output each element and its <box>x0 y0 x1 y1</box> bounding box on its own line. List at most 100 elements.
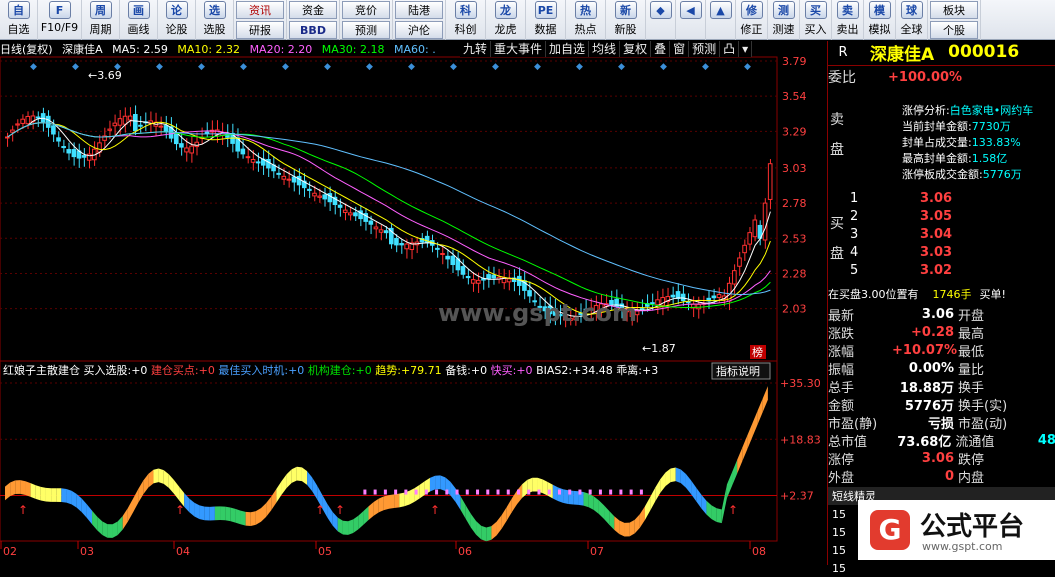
signal-marker <box>639 489 643 495</box>
buy-arrow: ↑ <box>335 503 345 517</box>
toolbar-btn2-1[interactable]: 龙龙虎 <box>486 0 526 40</box>
toolbar-label2-3: 热点 <box>574 23 597 36</box>
indicator-band <box>189 498 195 517</box>
candle-body <box>342 209 348 213</box>
indicator-band <box>465 505 471 528</box>
ma10-label: MA10: 2.32 <box>177 43 241 56</box>
indicator-tick-0: +35.30 <box>780 377 821 390</box>
indicator-band <box>10 480 16 497</box>
kline-menu: 九转 重大事件 加自选 均线 复权叠窗预测凸 ▾ <box>460 41 753 57</box>
event-marker: ◆ <box>366 62 373 72</box>
period-label: 日线(复权) <box>0 43 53 56</box>
indicator-band <box>327 504 333 526</box>
candle-body <box>767 163 773 200</box>
kline-menu-item-5[interactable]: 叠 <box>651 41 671 57</box>
chart-area[interactable]: 3.79 3.54 3.29 3.03 2.78 2.53 2.28 2.03 ←3.69 ←1.… <box>0 41 827 565</box>
price-tick-0: 3.79 <box>782 55 807 68</box>
toolbar-small-top-0[interactable]: 资讯 <box>236 1 284 19</box>
toolbar-btn-2[interactable]: 周周期 <box>82 0 120 40</box>
indicator-band <box>173 480 180 501</box>
toolbar-nav-6[interactable]: 卖卖出 <box>832 0 864 40</box>
kline-menu-more[interactable]: ▾ <box>739 41 753 57</box>
toolbar-nav-label-5: 买入 <box>804 23 827 36</box>
bid-note-btn[interactable]: 买单! <box>980 286 1006 302</box>
weibi-value: +100.00% <box>888 69 963 85</box>
toolbar-label-2: 周期 <box>89 23 112 36</box>
toolbar-group-1: 资金 BBD <box>287 0 340 40</box>
toolbar-right-small-0[interactable]: 板块 <box>930 1 978 19</box>
stat-val: +0.28 <box>911 324 954 340</box>
logo-mark-letter: G <box>879 513 902 546</box>
toolbar-btn2-4[interactable]: 新新股 <box>606 0 646 40</box>
toolbar-btn2-0[interactable]: 科科创 <box>446 0 486 40</box>
indicator-band <box>143 473 149 495</box>
indicator-band <box>250 511 256 526</box>
toolbar-btn-3[interactable]: 画画线 <box>120 0 158 40</box>
kline-menu-lock[interactable]: 凸 <box>720 41 740 57</box>
kline-menu-item-1[interactable]: 重大事件 <box>491 41 547 57</box>
indicator-band <box>737 447 743 474</box>
toolbar-small-top-1[interactable]: 资金 <box>289 1 337 19</box>
toolbar-btn2-2[interactable]: PE 数据 <box>526 0 566 40</box>
indicator-val-0: +0 <box>131 364 151 377</box>
toolbar-nav-4[interactable]: 测测速 <box>768 0 800 40</box>
toolbar-nav-2[interactable]: ▲ <box>706 0 736 40</box>
indicator-band <box>158 468 164 484</box>
candle-body <box>81 155 87 158</box>
candle-body <box>51 125 56 135</box>
indicator-band <box>645 497 651 520</box>
toolbar-nav-0[interactable]: ◆ <box>646 0 676 40</box>
toolbar-small-bottom-3[interactable]: 沪伦 <box>395 21 443 39</box>
toolbar-small-bottom-0[interactable]: 研报 <box>236 21 284 39</box>
indicator-band <box>51 488 57 502</box>
toolbar-btn-1[interactable]: F F10/F9 <box>38 0 82 40</box>
candle-body <box>250 158 256 163</box>
toolbar-icon2-1: 龙 <box>494 1 517 19</box>
toolbar-small-top-2[interactable]: 竞价 <box>342 1 390 19</box>
price-tick-1: 3.54 <box>782 90 807 103</box>
indicator-band <box>542 479 548 496</box>
indicator-band <box>378 496 384 513</box>
toolbar-small-top-3[interactable]: 陆港 <box>395 1 443 19</box>
indicator-band <box>86 504 93 525</box>
toolbar-small-bottom-1[interactable]: BBD <box>289 21 337 39</box>
indicator-band <box>337 517 343 535</box>
bid-level: 5 <box>850 262 859 278</box>
toolbar-nav-1[interactable]: ◀ <box>676 0 706 40</box>
toolbar-label2-1: 龙虎 <box>494 23 517 36</box>
candle-body <box>25 115 31 125</box>
toolbar-nav-7[interactable]: 模模拟 <box>864 0 896 40</box>
toolbar-icon2-0: 科 <box>454 1 477 19</box>
indicator-key-1: 建仓买点: <box>151 363 199 377</box>
toolbar-nav-3[interactable]: 修修正 <box>736 0 768 40</box>
indicator-band <box>276 481 282 503</box>
toolbar-nav-5[interactable]: 买买入 <box>800 0 832 40</box>
toolbar-icon-4: 论 <box>165 1 188 19</box>
toolbar-small-bottom-2[interactable]: 预测 <box>342 21 390 39</box>
date-label-0: 02 <box>3 545 17 558</box>
kline-menu-item-4[interactable]: 复权 <box>620 41 652 57</box>
kline-menu-item-0[interactable]: 九转 <box>460 41 492 57</box>
toolbar-btn-0[interactable]: 自自选 <box>0 0 38 40</box>
indicator-band <box>670 467 676 483</box>
kline-menu-item-7[interactable]: 预测 <box>689 41 721 57</box>
short-row: 15 <box>828 559 1055 577</box>
kline-menu-item-6[interactable]: 窗 <box>670 41 690 57</box>
candle-body <box>15 123 20 126</box>
kline-chart[interactable]: 3.793.543.293.032.782.532.282.03←3.69←1.… <box>0 41 827 565</box>
toolbar-btn-5[interactable]: 选选股 <box>196 0 234 40</box>
kline-menu-item-2[interactable]: 加自选 <box>546 41 590 57</box>
indicator-band <box>363 506 369 525</box>
toolbar-right-small-1[interactable]: 个股 <box>930 21 978 39</box>
toolbar-btn-4[interactable]: 论论股 <box>158 0 196 40</box>
toolbar-label-0: 自选 <box>7 23 30 36</box>
toolbar-btn2-3[interactable]: 热热点 <box>566 0 606 40</box>
kline-menu-item-3[interactable]: 均线 <box>589 41 621 57</box>
indicator-band <box>486 526 492 542</box>
indicator-band <box>291 466 297 483</box>
indicator-band <box>629 519 635 537</box>
indicator-band <box>112 521 118 538</box>
toolbar-nav-8[interactable]: 球全球 <box>896 0 928 40</box>
toolbar-icon-5: 选 <box>203 1 226 19</box>
short-val: 15 <box>832 543 846 557</box>
